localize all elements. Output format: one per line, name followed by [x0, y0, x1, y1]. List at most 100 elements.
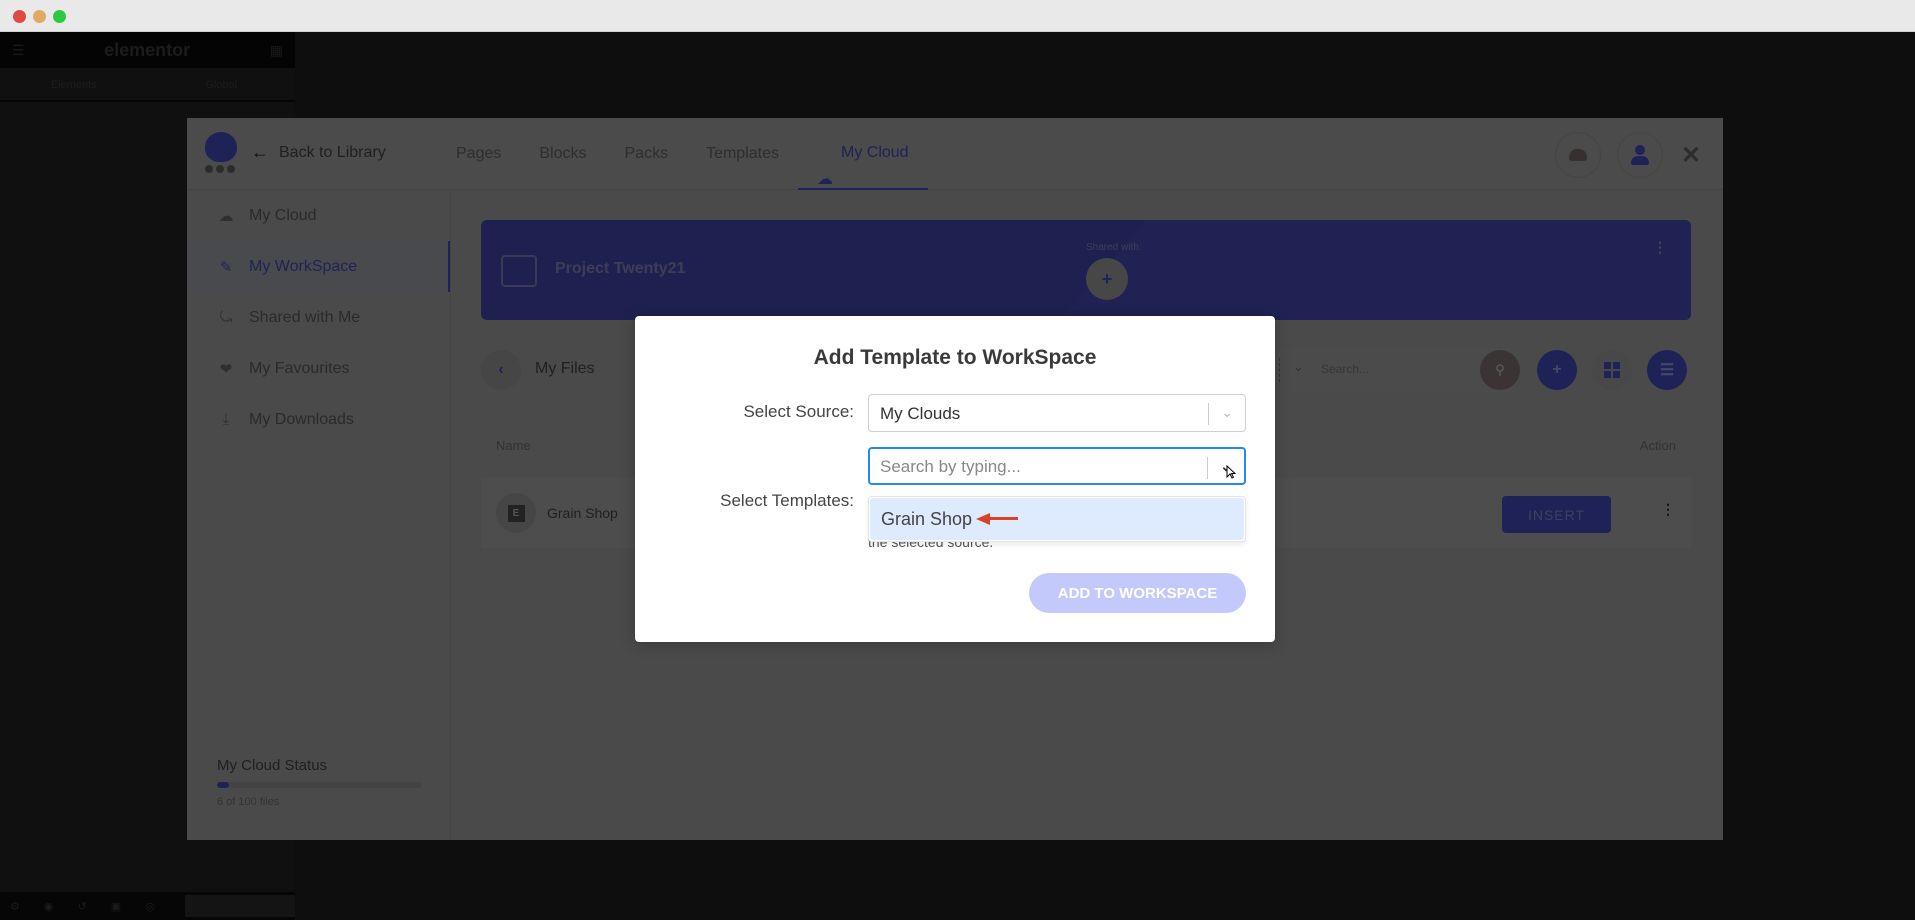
sidebar-item-my-cloud[interactable]: ☁ My Cloud — [187, 190, 450, 241]
row-more-icon[interactable]: ⋮ — [1661, 502, 1675, 516]
user-account-button[interactable] — [1617, 132, 1663, 178]
tab-blocks[interactable]: Blocks — [520, 118, 605, 190]
publish-button[interactable] — [185, 895, 295, 917]
library-logo — [205, 132, 241, 176]
tab-templates-label: Templates — [706, 145, 779, 162]
elementor-template-icon: E — [496, 493, 536, 533]
templates-search-select[interactable]: Search by typing... ⌄ — [868, 447, 1246, 485]
elementor-panel-tabs: Elements Global — [0, 68, 295, 102]
cloud-status-count: 6 of 100 files — [217, 796, 280, 808]
sidebar-item-label: My Downloads — [249, 410, 354, 428]
add-share-button[interactable]: + — [1086, 258, 1128, 300]
sidebar-item-label: Shared with Me — [249, 308, 361, 326]
sidebar-item-label: My WorkSpace — [249, 257, 358, 275]
cloud-server-icon: ☁ — [817, 171, 833, 188]
chevron-down-icon[interactable]: ⌄ — [1293, 359, 1304, 375]
elementor-logo: elementor — [104, 39, 191, 60]
dropdown-option[interactable]: Grain Shop — [870, 498, 1244, 540]
header-actions: ✕ — [1555, 132, 1703, 178]
arrow-left-icon: ← — [251, 142, 269, 162]
tab-global[interactable]: Global — [148, 68, 296, 100]
heart-icon: ❤ — [219, 360, 233, 378]
annotation-arrow-icon — [976, 513, 1019, 525]
back-to-library-label: Back to Library — [279, 143, 386, 161]
add-template-dialog: Add Template to WorkSpace Select Source:… — [635, 316, 1275, 642]
dropdown-option-label: Grain Shop — [881, 508, 973, 529]
cloud-status: My Cloud Status 6 of 100 files — [217, 757, 422, 808]
tab-my-cloud[interactable]: ☁ My Cloud — [798, 118, 928, 190]
insert-button[interactable]: INSERT — [1502, 496, 1611, 533]
tab-packs[interactable]: Packs — [606, 118, 688, 190]
back-to-library-link[interactable]: ← Back to Library — [251, 142, 386, 163]
user-icon — [1630, 145, 1650, 165]
library-header: ← Back to Library Pages Blocks Packs Tem… — [187, 118, 1723, 190]
files-title: My Files — [535, 360, 595, 377]
plus-icon: + — [1552, 361, 1562, 378]
templates-search-input[interactable]: Search by typing... — [880, 457, 1021, 477]
add-to-workspace-button[interactable]: ADD TO WORKSPACE — [1029, 573, 1246, 613]
tab-blocks-label: Blocks — [539, 145, 587, 162]
shared-with-label: Shared with: — [1086, 242, 1142, 253]
cloud-logo-icon — [205, 132, 237, 162]
sidebar-item-shared-with-me[interactable]: ⤿ Shared with Me — [187, 292, 450, 343]
sidebar-item-my-favourites[interactable]: ❤ My Favourites — [187, 343, 450, 394]
search-button[interactable]: ⚲ — [1480, 350, 1520, 390]
cloud-sync-button[interactable] — [1555, 132, 1601, 178]
library-tabs: Pages Blocks Packs Templates ☁ My Cloud — [437, 118, 928, 190]
hamburger-icon[interactable]: ☰ — [12, 42, 25, 59]
back-button[interactable]: ‹ — [481, 350, 521, 390]
templates-dropdown-menu: Grain Shop — [868, 496, 1246, 542]
search-field[interactable]: ⌄ Search... — [1251, 348, 1511, 392]
preview-icon[interactable]: ◎ — [145, 900, 155, 913]
window-titlebar — [0, 0, 1915, 32]
share-icon: ⤿ — [219, 309, 233, 326]
folder-cloud-icon — [501, 255, 537, 287]
history-icon[interactable]: ↺ — [77, 900, 86, 913]
cloud-status-progress — [217, 782, 422, 788]
select-source-label: Select Source: — [743, 402, 854, 421]
add-button[interactable]: + — [1537, 350, 1577, 390]
source-select-value: My Clouds — [880, 404, 961, 423]
tab-pages[interactable]: Pages — [437, 118, 520, 190]
sidebar-item-my-workspace[interactable]: ✎ My WorkSpace — [187, 241, 450, 292]
layers-icon[interactable]: ◉ — [44, 900, 54, 913]
apps-grid-icon[interactable]: ▦ — [270, 42, 283, 59]
template-name: Grain Shop — [547, 505, 618, 521]
cloud-status-title: My Cloud Status — [217, 757, 328, 774]
chevron-left-icon: ‹ — [498, 361, 504, 378]
close-icon[interactable]: ✕ — [1679, 141, 1703, 170]
cloud-icon: ☁ — [218, 207, 234, 225]
source-select[interactable]: My Clouds ⌄ — [868, 394, 1246, 432]
cloud-sync-icon — [1569, 149, 1587, 161]
chevron-down-icon[interactable]: ⌄ — [1221, 404, 1233, 421]
menu-icon: ☰ — [1659, 362, 1675, 379]
elementor-panel-footer: ⚙ ◉ ↺ ▣ ◎ — [0, 892, 295, 920]
project-name: Project Twenty21 — [555, 260, 686, 277]
window-maximize-button[interactable] — [53, 10, 66, 23]
tab-templates[interactable]: Templates — [687, 118, 798, 190]
workspace-banner: Project Twenty21 Shared with: + ⋮ — [481, 220, 1691, 320]
download-icon: ⤓ — [222, 411, 230, 428]
banner-more-icon[interactable]: ⋮ — [1653, 240, 1667, 254]
responsive-icon[interactable]: ▣ — [111, 900, 121, 913]
search-icon: ⚲ — [1495, 362, 1505, 377]
select-templates-label: Select Templates: — [720, 491, 854, 510]
tab-packs-label: Packs — [624, 145, 669, 162]
tab-my-cloud-label: My Cloud — [841, 144, 909, 161]
list-view-button[interactable]: ☰ — [1647, 350, 1687, 390]
grid-view-button[interactable] — [1592, 350, 1632, 390]
window-close-button[interactable] — [13, 10, 26, 23]
sidebar-item-my-downloads[interactable]: ⤓ My Downloads — [187, 394, 450, 445]
sidebar-item-label: My Favourites — [249, 359, 350, 377]
tab-elements[interactable]: Elements — [0, 68, 148, 100]
elementor-panel-header: ☰ elementor ▦ — [0, 32, 295, 68]
workspace-icon: ✎ — [219, 258, 233, 276]
column-name: Name — [496, 438, 531, 453]
search-input[interactable]: Search... — [1321, 362, 1369, 376]
settings-icon[interactable]: ⚙ — [10, 900, 20, 913]
cloud-status-progress-fill — [217, 782, 230, 788]
dialog-title: Add Template to WorkSpace — [813, 346, 1097, 369]
column-action: Action — [1639, 438, 1676, 453]
window-minimize-button[interactable] — [33, 10, 46, 23]
library-sidebar: ☁ My Cloud ✎ My WorkSpace ⤿ Shared with … — [187, 190, 451, 840]
